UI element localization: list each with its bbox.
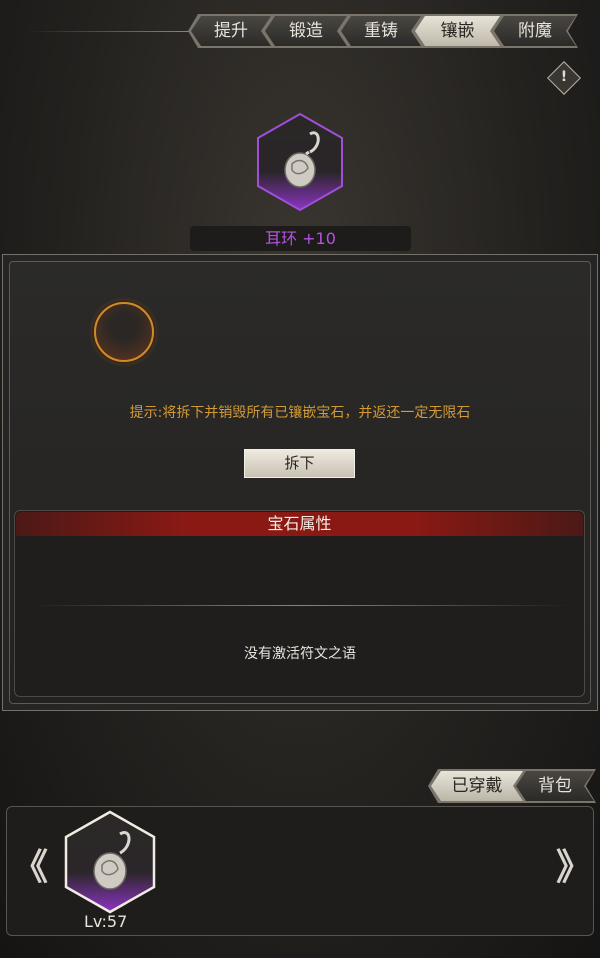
item-level: Lv:57 [84,912,128,931]
no-runeword-text: 没有激活符文之语 [244,646,356,662]
item-name: 耳环 +10 [190,226,411,251]
tab-reforge[interactable]: 重铸 [341,16,421,46]
warning-icon-glyph: ! [560,68,568,85]
tab-inlay[interactable]: 镶嵌 [415,16,500,46]
empty-gem-socket-icon[interactable] [94,302,154,362]
tab-equipped[interactable]: 已穿戴 [431,771,523,801]
next-arrow-icon[interactable]: 》 [556,846,592,890]
remove-button[interactable]: 拆下 [244,449,355,478]
tab-enchant[interactable]: 附魔 [494,16,576,46]
warning-icon[interactable]: ! [547,61,581,95]
prev-arrow-icon[interactable]: 《 [12,846,48,890]
tab-backpack[interactable]: 背包 [516,771,594,801]
hint-text: 提示:将拆下并销毁所有已镶嵌宝石，并返还一定无限石 [129,405,471,421]
inventory-item-slot[interactable] [64,810,156,914]
tab-forge[interactable]: 锻造 [265,16,347,46]
tab-upgrade[interactable]: 提升 [191,16,271,46]
gem-divider [30,605,570,606]
gem-attributes-box [14,510,585,697]
header-divider-line [28,31,193,32]
selected-item-slot[interactable] [256,112,344,212]
gem-attributes-title: 宝石属性 [16,512,583,536]
